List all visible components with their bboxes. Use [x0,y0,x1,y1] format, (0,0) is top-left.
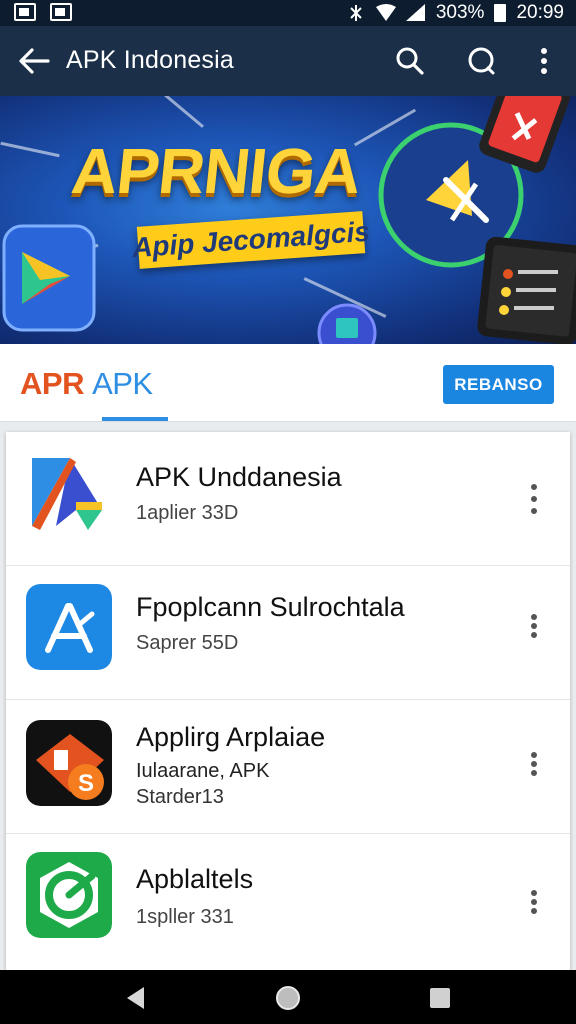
list-item[interactable]: Apblaltels 1spller 331 [6,834,570,968]
tablet-device-icon [477,236,576,344]
chat-bubble-icon [468,47,495,75]
system-nav-bar [0,970,576,1024]
list-item[interactable]: Fpoplcann Sulrochtala Saprer 55D [6,566,570,700]
overflow-menu-button[interactable] [529,44,559,78]
rebanso-button[interactable]: REBANSO [443,365,554,404]
svg-text:S: S [78,770,94,797]
tabs-row: APR APK REBANSO [0,344,576,422]
phone-device-icon [479,96,571,173]
home-circle-icon[interactable] [274,984,302,1012]
app-bar: APK Indonesia [0,26,576,96]
kite-app-icon [26,454,112,540]
item-overflow-button[interactable] [524,752,544,776]
tab-apk-logo[interactable]: APR APK [20,366,153,402]
back-arrow-icon[interactable] [18,46,50,76]
battery-icon [494,4,507,22]
page-title: APK Indonesia [66,46,234,74]
green-g-app-icon [26,852,112,938]
item-name: Apblaltels [136,864,254,894]
tab-indicator [102,417,168,421]
battery-percent: 303% [435,2,485,23]
logo-part-apk: APK [92,366,153,401]
search-button[interactable] [393,44,427,78]
item-subtitle-2: Starder13 [136,786,224,808]
item-name: Applirg Arplaiae [136,722,326,752]
banner-ribbon: Apip Jecomalgcis [131,211,371,269]
promo-banner[interactable]: APRNIGA Apip Jecomalgcis [0,96,576,344]
item-name: APK Unddanesia [136,462,342,492]
ps-app-icon: S [26,720,112,806]
item-overflow-button[interactable] [524,484,544,514]
wifi-icon [375,4,396,21]
item-name: Fpoplcann Sulrochtala [136,592,405,622]
item-subtitle: 1spller 331 [136,906,234,928]
document-app-icon [317,303,377,344]
message-notification-icon [50,3,72,21]
list-item[interactable]: APK Unddanesia 1aplier 33D [6,432,570,566]
status-bar: 303% 20:99 [0,0,576,26]
item-subtitle: Iulaarane, APK [136,760,270,782]
signal-icon [405,4,425,21]
app-store-a-icon [26,584,112,670]
search-icon [396,47,424,75]
banner-title: APRNIGA [68,135,364,207]
item-subtitle: 1aplier 33D [136,502,239,524]
chat-button[interactable] [464,44,498,78]
gallery-notification-icon [14,3,36,21]
list-item[interactable]: S Applirg Arplaiae Iulaarane, APK Starde… [6,700,570,834]
item-overflow-button[interactable] [524,890,544,914]
back-triangle-icon[interactable] [122,984,150,1012]
more-vertical-icon [541,48,547,74]
item-subtitle: Saprer 55D [136,632,239,654]
play-store-logo-icon [2,224,96,332]
clock: 20:99 [516,2,564,23]
recents-square-icon[interactable] [426,984,454,1012]
item-overflow-button[interactable] [524,614,544,638]
app-list: APK Unddanesia 1aplier 33D Fpoplcann Sul… [6,432,570,970]
vibrate-icon [350,5,362,21]
logo-part-apr: APR [20,366,84,401]
banner-subtitle: Apip Jecomalgcis [131,215,371,264]
